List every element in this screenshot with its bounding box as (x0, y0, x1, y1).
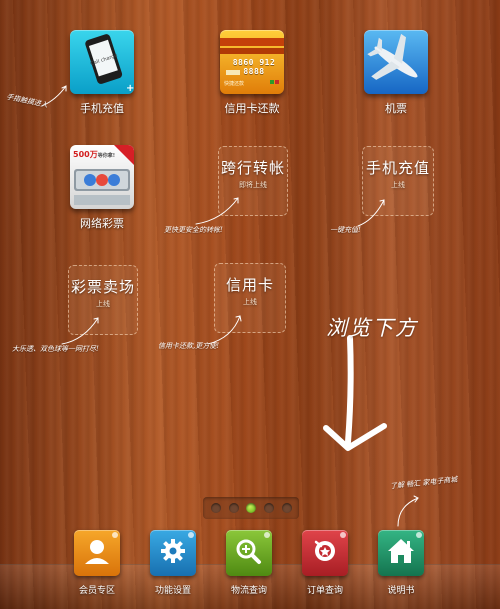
dock-label: 功能设置 (154, 586, 191, 596)
phone-icon: Call charge + (85, 34, 134, 94)
page-dot[interactable] (229, 503, 239, 513)
phone-recharge-tile[interactable]: Call charge + (70, 30, 134, 94)
lottery-tile[interactable]: 500万等你拿! (70, 145, 134, 209)
dock-settings[interactable]: 功能设置 (138, 530, 208, 596)
orders-tile[interactable] (302, 530, 348, 576)
hint-lottery: 大乐透、双色球等一网打尽! (12, 345, 99, 353)
dock-orders[interactable]: 订单查询 (290, 530, 360, 596)
app-label: 信用卡还款 (224, 102, 280, 115)
hint-credit-card: 信用卡还款,更方便! (158, 342, 220, 350)
logistics-tile[interactable] (226, 530, 272, 576)
dock-label: 物流查询 (230, 586, 267, 596)
app-flight-tickets[interactable]: 机票 (356, 30, 436, 116)
card-holder: 快捷还款 (224, 81, 245, 87)
flight-tile[interactable] (364, 30, 428, 94)
page-dot[interactable] (264, 503, 274, 513)
page-dot[interactable] (282, 503, 292, 513)
dock-label: 会员专区 (78, 586, 115, 596)
page-indicator[interactable] (203, 497, 299, 519)
placeholder-title: 跨行转帐 (220, 159, 285, 177)
member-tile[interactable] (74, 530, 120, 576)
dock-label: 说明书 (387, 586, 415, 596)
app-credit-card-repay[interactable]: 8860 912 8888 快捷还款 信用卡还款 (212, 30, 292, 116)
manual-tile[interactable] (378, 530, 424, 576)
placeholder-subtitle: 即将上线 (239, 181, 267, 189)
placeholder-subtitle: 上线 (391, 181, 405, 189)
hint-tap-to-enter: 手指触摸进入 (5, 92, 49, 110)
hint-transfer: 更快更安全的转帐! (164, 226, 223, 234)
placeholder-subtitle: 上线 (96, 300, 110, 308)
placeholder-title: 信用卡 (225, 276, 274, 294)
app-phone-recharge[interactable]: Call charge + 手机充值 (62, 30, 142, 116)
app-label: 手机充值 (80, 102, 124, 115)
placeholder-title: 手机充值 (365, 159, 430, 177)
page-dot[interactable] (211, 503, 221, 513)
placeholder-phone-recharge[interactable]: 手机充值 上线 (362, 146, 434, 216)
card-number: 8860 912 8888 (232, 58, 276, 76)
dock-member[interactable]: 会员专区 (62, 530, 132, 596)
app-label: 机票 (385, 102, 407, 115)
credit-card-tile[interactable]: 8860 912 8888 快捷还款 (220, 30, 284, 94)
app-online-lottery[interactable]: 500万等你拿! 网络彩票 (62, 145, 142, 231)
placeholder-title: 彩票卖场 (70, 278, 135, 296)
page-dot-active[interactable] (246, 503, 256, 513)
hint-recharge: 一键充值! (330, 226, 361, 234)
dock-manual[interactable]: 说明书 (366, 530, 436, 596)
browse-below-text: 浏览下方 (326, 316, 418, 340)
dock-label: 订单查询 (306, 586, 343, 596)
placeholder-credit-card[interactable]: 信用卡 上线 (214, 263, 286, 333)
home-screen: Call charge + 手机充值 8860 912 8888 快捷还款 信用… (0, 0, 500, 609)
settings-tile[interactable] (150, 530, 196, 576)
airplane-icon (367, 33, 418, 80)
placeholder-subtitle: 上线 (243, 298, 257, 306)
placeholder-interbank-transfer[interactable]: 跨行转帐 即将上线 (218, 146, 288, 216)
app-label: 网络彩票 (80, 217, 124, 230)
dock-logistics[interactable]: 物流查询 (214, 530, 284, 596)
placeholder-lottery-shop[interactable]: 彩票卖场 上线 (68, 265, 138, 335)
lottery-balls-icon (74, 145, 134, 205)
hint-manual: 了解 畅汇 家电子商城 (389, 475, 458, 491)
svg-text:+: + (126, 83, 134, 94)
